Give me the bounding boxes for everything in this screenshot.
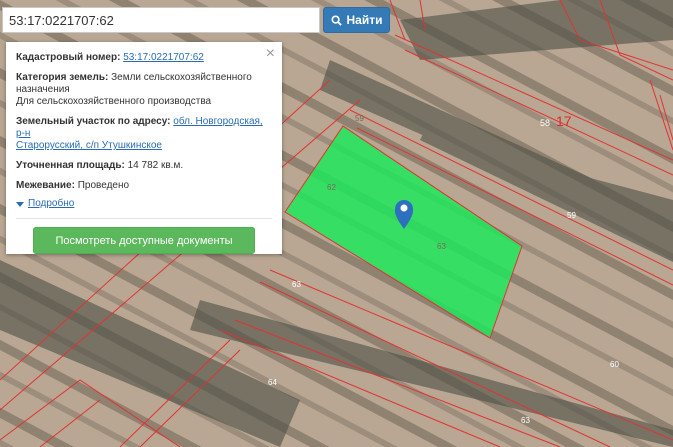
details-toggle[interactable]: Подробно: [16, 198, 272, 210]
parcel-label: 17: [556, 113, 572, 129]
category-label: Категория земель:: [16, 72, 109, 83]
category-value: Земли сельскохозяйственного: [111, 72, 252, 83]
parcel-label: 64: [268, 378, 277, 387]
details-link[interactable]: Подробно: [28, 198, 74, 210]
search-button[interactable]: Найти: [323, 7, 390, 33]
area-label: Уточненная площадь:: [16, 160, 125, 171]
address-row: Земельный участок по адресу: обл. Новгор…: [16, 116, 272, 152]
parcel-label: 60: [610, 360, 619, 369]
category-value: Для сельскохозяйственного производства: [16, 96, 212, 107]
parcel-label: 58: [540, 118, 550, 128]
cadastral-link[interactable]: 53:17:0221707:62: [123, 52, 204, 63]
parcel-label: 59: [567, 211, 576, 220]
divider: [16, 218, 272, 219]
address-link[interactable]: Старорусский, с/п Утушкинское: [16, 140, 162, 151]
caret-down-icon: [16, 201, 24, 207]
close-icon[interactable]: ×: [266, 46, 275, 62]
address-label: Земельный участок по адресу:: [16, 116, 171, 127]
parcel-label: 62: [327, 183, 336, 192]
search-button-label: Найти: [346, 13, 383, 27]
view-documents-button[interactable]: Посмотреть доступные документы: [33, 227, 255, 254]
parcel-label: 59: [355, 114, 364, 123]
category-row: Категория земель: Земли сельскохозяйстве…: [16, 72, 272, 108]
area-row: Уточненная площадь: 14 782 кв.м.: [16, 160, 272, 172]
cadastral-label: Кадастровый номер:: [16, 52, 121, 63]
area-value: 14 782 кв.м.: [127, 160, 184, 171]
category-value: назначения: [16, 84, 70, 95]
parcel-label: 63: [521, 416, 530, 425]
survey-row: Межевание: Проведено: [16, 180, 272, 192]
parcel-info-panel: × Кадастровый номер: 53:17:0221707:62 Ка…: [6, 42, 282, 254]
search-input[interactable]: [2, 7, 320, 33]
search-icon: [330, 14, 342, 26]
parcel-label: 63: [437, 242, 446, 251]
cadastral-row: Кадастровый номер: 53:17:0221707:62: [16, 52, 272, 64]
parcel-label: 63: [292, 280, 301, 289]
survey-label: Межевание:: [16, 180, 75, 191]
survey-value: Проведено: [77, 180, 130, 191]
